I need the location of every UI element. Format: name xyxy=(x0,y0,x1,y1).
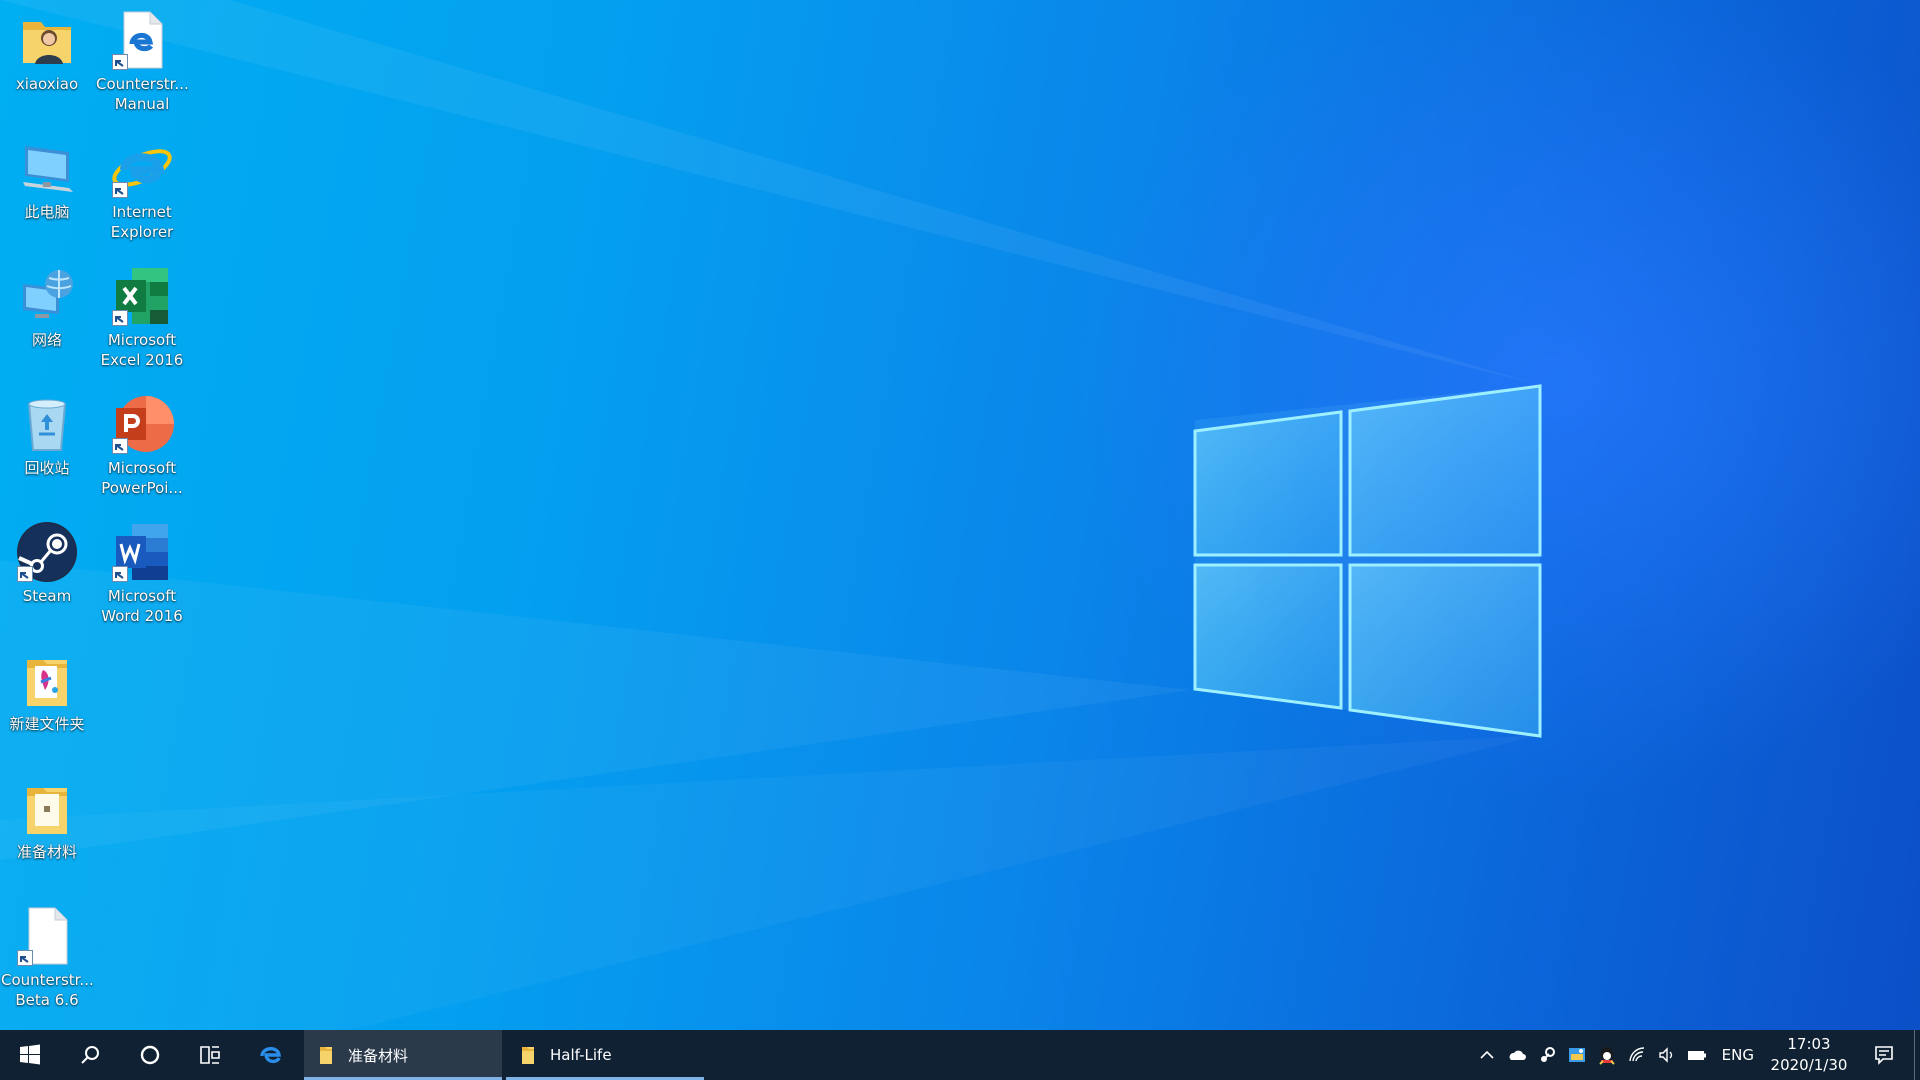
windows-start-icon xyxy=(20,1044,40,1065)
desktop-icon-label: Counterstr... Manual xyxy=(96,75,189,113)
desktop-icon-prep-materials[interactable]: 准备材料 xyxy=(1,768,93,892)
taskbar-app-label: 准备材料 xyxy=(348,1046,409,1065)
internet-explorer-icon xyxy=(110,136,174,200)
desktop-icon-label: 网络 xyxy=(31,331,62,349)
desktop-icon-label: 此电脑 xyxy=(24,203,70,221)
desktop-icon-powerpoint[interactable]: Microsoft PowerPoi... xyxy=(96,384,188,508)
shortcut-arrow-icon xyxy=(112,566,128,582)
taskbar-app-half-life[interactable]: Half-Life xyxy=(506,1030,704,1080)
search-icon xyxy=(81,1046,99,1064)
show-hidden-icons-button[interactable] xyxy=(1472,1030,1502,1080)
taskbar-app-label: Half-Life xyxy=(550,1046,612,1064)
blank-file-icon xyxy=(15,904,79,968)
desktop-icon-label: Counterstr... Beta 6.6 xyxy=(1,971,94,1009)
edge-icon xyxy=(260,1047,281,1064)
desktop-icon-label: Microsoft Excel 2016 xyxy=(100,331,184,369)
steam-tray-icon xyxy=(1540,1047,1555,1062)
taskbar-app-prep-materials[interactable]: 准备材料 xyxy=(304,1030,502,1080)
chevron-up-icon xyxy=(1480,1050,1494,1059)
clock-date: 2020/1/30 xyxy=(1770,1056,1848,1074)
desktop-icon-network[interactable]: 网络 xyxy=(1,256,93,380)
excel-icon xyxy=(110,264,174,328)
volume-tray[interactable] xyxy=(1652,1030,1682,1080)
network-icon xyxy=(15,264,79,328)
desktop-icon-label: 准备材料 xyxy=(16,843,77,861)
shortcut-arrow-icon xyxy=(112,54,128,70)
folder-icon xyxy=(522,1047,534,1064)
show-desktop-button[interactable] xyxy=(1914,1030,1920,1080)
desktop-icon-label: Microsoft PowerPoi... xyxy=(101,459,183,497)
app-tray[interactable] xyxy=(1562,1030,1592,1080)
action-center-icon xyxy=(1875,1046,1893,1065)
desktop-icon-recycle-bin[interactable]: 回收站 xyxy=(1,384,93,508)
network-tray[interactable] xyxy=(1622,1030,1652,1080)
desktop-icon-excel[interactable]: Microsoft Excel 2016 xyxy=(96,256,188,380)
desktop-icon-label: 回收站 xyxy=(24,459,70,477)
onedrive-icon xyxy=(1509,1050,1526,1060)
input-language[interactable]: ENG xyxy=(1712,1046,1764,1064)
volume-icon xyxy=(1658,1047,1672,1063)
powerpoint-icon xyxy=(110,392,174,456)
shortcut-arrow-icon xyxy=(17,566,33,582)
shortcut-arrow-icon xyxy=(112,310,128,326)
this-pc-icon xyxy=(15,136,79,200)
steam-tray[interactable] xyxy=(1532,1030,1562,1080)
edge-taskbar-button[interactable] xyxy=(240,1030,300,1080)
search-button[interactable] xyxy=(60,1030,120,1080)
word-icon xyxy=(110,520,174,584)
desktop-icon-label: xiaoxiao xyxy=(15,75,79,93)
desktop-icon-counterstrike-manual[interactable]: Counterstr... Manual xyxy=(96,0,189,124)
qq-tray[interactable] xyxy=(1592,1030,1622,1080)
start-button[interactable] xyxy=(0,1030,60,1080)
user-folder-icon xyxy=(15,8,79,72)
taskbar: 准备材料 Half-Life ENG 17:03 2020/1/30 xyxy=(0,1030,1920,1080)
steam-icon xyxy=(15,520,79,584)
folder-icon xyxy=(15,776,79,840)
desktop-wallpaper[interactable]: xiaoxiao 此电脑 网络 回收站 Steam 新建文件夹 准备材料 Cou… xyxy=(0,0,1920,1030)
desktop-icon-new-folder[interactable]: 新建文件夹 xyxy=(1,640,93,764)
cortana-button[interactable] xyxy=(120,1030,180,1080)
clock-time: 17:03 xyxy=(1787,1035,1831,1053)
desktop-icon-this-pc[interactable]: 此电脑 xyxy=(1,128,93,252)
folder-icon xyxy=(15,648,79,712)
onedrive-tray[interactable] xyxy=(1502,1030,1532,1080)
action-center-button[interactable] xyxy=(1854,1030,1914,1080)
shortcut-arrow-icon xyxy=(17,950,33,966)
desktop-icon-xiaoxiao[interactable]: xiaoxiao xyxy=(1,0,93,124)
edge-document-icon xyxy=(110,8,174,72)
app-tray-icon xyxy=(1568,1048,1585,1062)
desktop-icon-internet-explorer[interactable]: Internet Explorer xyxy=(96,128,188,252)
windows-logo-wallpaper xyxy=(1193,384,1542,738)
desktop-icon-word[interactable]: Microsoft Word 2016 xyxy=(96,512,188,636)
folder-icon xyxy=(320,1047,332,1064)
desktop-icon-label: Steam xyxy=(22,587,72,605)
recycle-bin-icon xyxy=(15,392,79,456)
task-view-icon xyxy=(200,1046,220,1064)
desktop-icon-counterstrike-beta[interactable]: Counterstr... Beta 6.6 xyxy=(1,896,94,1020)
shortcut-arrow-icon xyxy=(112,438,128,454)
system-tray: ENG 17:03 2020/1/30 xyxy=(1472,1030,1920,1080)
battery-icon xyxy=(1687,1051,1706,1060)
task-view-button[interactable] xyxy=(180,1030,240,1080)
wifi-icon xyxy=(1628,1047,1644,1062)
desktop-icon-label: Internet Explorer xyxy=(110,203,174,241)
desktop-icon-label: Microsoft Word 2016 xyxy=(101,587,183,625)
desktop-icon-label: 新建文件夹 xyxy=(9,715,85,733)
qq-tray-icon xyxy=(1598,1047,1615,1065)
desktop-icon-steam[interactable]: Steam xyxy=(1,512,93,636)
cortana-icon xyxy=(140,1045,160,1065)
clock[interactable]: 17:03 2020/1/30 xyxy=(1764,1034,1854,1076)
battery-tray[interactable] xyxy=(1682,1030,1712,1080)
shortcut-arrow-icon xyxy=(112,182,128,198)
